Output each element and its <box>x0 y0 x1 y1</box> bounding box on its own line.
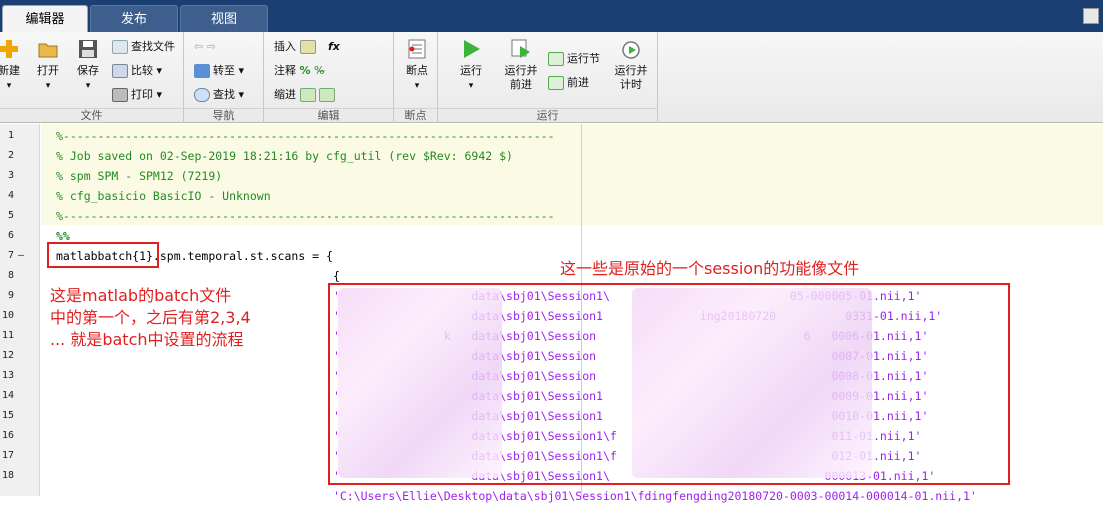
print-button[interactable]: 打印 ▾ <box>112 86 162 104</box>
run-advance-button[interactable]: 运行并 前进 <box>498 38 544 92</box>
goto-button[interactable]: 转至 ▾ <box>194 62 244 80</box>
compare-button[interactable]: 比较 ▾ <box>112 62 162 80</box>
line-number: 16 <box>1 430 14 441</box>
goto-icon <box>194 64 210 78</box>
line-number: 12 <box>1 350 14 361</box>
run-section-label: 运行 <box>438 108 657 122</box>
note-line: 这是matlab的batch文件 <box>50 286 232 305</box>
line-number: 8 <box>7 270 14 281</box>
save-icon <box>77 38 99 60</box>
edit-section: 插入 fx 注释 % %̶ 缩进 编辑 <box>264 32 394 123</box>
run-section: 运行 ▾ 运行并 前进 运行节 前进 运行并 计时 运行 <box>438 32 658 123</box>
code-line: 3 % spm SPM - SPM12 (7219) <box>0 166 1103 186</box>
annotation-note-left: 这是matlab的batch文件 中的第一个，之后有第2,3,4 ... 就是b… <box>50 285 251 351</box>
note-line: 中的第一个，之后有第2,3,4 <box>50 308 251 327</box>
line-number: 10 <box>1 310 14 321</box>
tab-publish[interactable]: 发布 <box>90 5 178 32</box>
code-text: { <box>56 269 340 283</box>
note-line: ... 就是batch中设置的流程 <box>50 330 244 349</box>
code-line: 2 % Job saved on 02-Sep-2019 18:21:16 by … <box>0 146 1103 166</box>
tab-bar: 编辑器 发布 视图 <box>0 0 1103 32</box>
run-section-button[interactable]: 运行节 <box>548 50 600 68</box>
code-line: 'C:\Users\Ellie\Desktop\data\sbj01\Sessi… <box>0 486 1103 506</box>
nav-section-label: 导航 <box>184 108 263 122</box>
save-label: 保存 <box>77 64 99 77</box>
breakpoint-section: 断点 ▾ 断点 <box>394 32 438 123</box>
code-text: % spm SPM - SPM12 (7219) <box>56 169 223 183</box>
line-number: 17 <box>1 450 14 461</box>
breakpoint-icon <box>406 38 428 60</box>
line-number: 11 <box>1 330 14 341</box>
stopwatch-icon <box>620 38 642 60</box>
print-icon <box>112 88 128 102</box>
annotation-note-right: 这一些是原始的一个session的功能像文件 <box>560 259 860 278</box>
line-number: 5 <box>7 210 14 221</box>
run-section-icon <box>548 52 564 66</box>
find-files-button[interactable]: 查找文件 <box>112 38 175 56</box>
line-number: 18 <box>1 470 14 481</box>
nav-section: ⇦ ⇨ 转至 ▾ 查找 ▾ 导航 <box>184 32 264 123</box>
code-line: 4 % cfg_basicio BasicIO - Unknown <box>0 186 1103 206</box>
breakpoint-section-label: 断点 <box>394 108 437 122</box>
line-number: 4 <box>7 190 14 201</box>
line-number: 15 <box>1 410 14 421</box>
file-section-label: 文件 <box>0 108 183 122</box>
find-files-icon <box>112 40 128 54</box>
insert-icon <box>299 40 316 54</box>
file-section: 新建 ▾ 打开 ▾ 保存 ▾ 查找文件 比较 ▾ 打印 ▾ 文件 <box>0 32 184 123</box>
line-number: 2 <box>7 150 14 161</box>
new-icon <box>0 38 20 60</box>
code-line: 6%% <box>0 226 1103 246</box>
code-text: % Job saved on 02-Sep-2019 18:21:16 by c… <box>56 149 513 163</box>
code-text: 'C:\Users\Ellie\Desktop\data\sbj01\Sessi… <box>56 489 977 503</box>
advance-button[interactable]: 前进 <box>548 74 589 92</box>
find-button[interactable]: 查找 ▾ <box>194 86 244 104</box>
folder-icon <box>37 38 59 60</box>
edit-section-label: 编辑 <box>264 108 393 122</box>
annotation-box-batch <box>47 242 159 268</box>
insert-button[interactable]: 插入 <box>274 38 319 56</box>
new-label: 新建 <box>0 64 20 77</box>
code-line: 7— matlabbatch{1}.spm.temporal.st.scans =… <box>0 246 1103 266</box>
line-number: 14 <box>1 390 14 401</box>
ribbon-toolbar: 新建 ▾ 打开 ▾ 保存 ▾ 查找文件 比较 ▾ 打印 ▾ 文件 ⇦ ⇨ 转至 ▾ 查… <box>0 32 1103 123</box>
window-button[interactable] <box>1083 8 1099 24</box>
line-number: 1 <box>7 130 14 141</box>
code-text: %---------------------------------------… <box>56 129 555 143</box>
run-and-time-button[interactable]: 运行并 计时 <box>608 38 654 92</box>
line-number: 3 <box>7 170 14 181</box>
back-forward-buttons[interactable]: ⇦ ⇨ <box>194 38 216 56</box>
code-text: % cfg_basicio BasicIO - Unknown <box>56 189 271 203</box>
indent-icon-2 <box>318 88 335 102</box>
annotation-box-session-files <box>328 283 1010 485</box>
comment-button[interactable]: 注释 % %̶ <box>274 62 324 80</box>
save-button[interactable]: 保存 ▾ <box>65 38 111 93</box>
advance-icon <box>548 76 564 90</box>
code-text: %---------------------------------------… <box>56 209 555 223</box>
tab-editor[interactable]: 编辑器 <box>2 5 88 32</box>
indent-icon <box>299 88 316 102</box>
run-button[interactable]: 运行 ▾ <box>448 38 494 93</box>
fx-button[interactable]: fx <box>328 38 340 56</box>
line-number: 13 <box>1 370 14 381</box>
code-line: 1 %--------------------------------------… <box>0 126 1103 146</box>
compare-icon <box>112 64 128 78</box>
run-advance-icon <box>510 38 532 60</box>
tab-view[interactable]: 视图 <box>180 5 268 32</box>
code-line: 5 %--------------------------------------… <box>0 206 1103 226</box>
open-label: 打开 <box>37 64 59 77</box>
search-icon <box>194 88 210 102</box>
run-icon <box>460 38 482 60</box>
line-number: 9 <box>7 290 14 301</box>
line-number: 7 <box>7 250 14 261</box>
breakpoint-marker[interactable]: — <box>18 246 24 266</box>
breakpoint-button[interactable]: 断点 ▾ <box>394 38 440 93</box>
indent-button[interactable]: 缩进 <box>274 86 338 104</box>
line-number: 6 <box>7 230 14 241</box>
